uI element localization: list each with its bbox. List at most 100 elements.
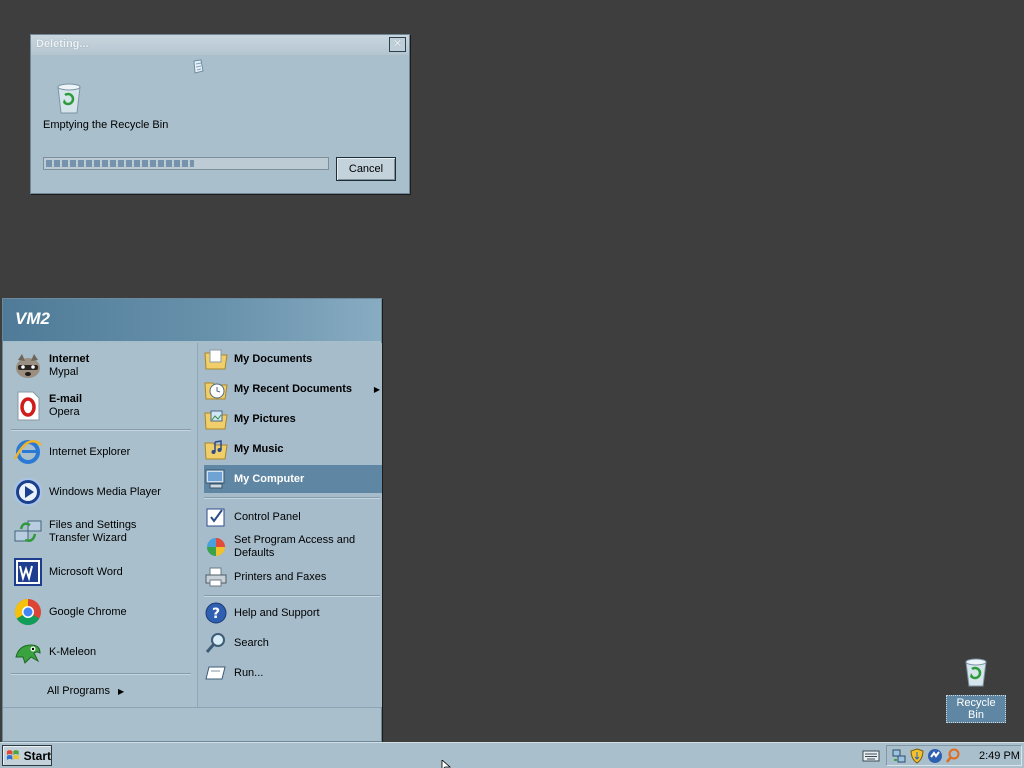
user-name: VM2: [15, 309, 50, 328]
right-item-run[interactable]: Run...: [204, 659, 382, 687]
right-item-help-and-support[interactable]: ? Help and Support: [204, 599, 382, 627]
right-item-my-pictures[interactable]: My Pictures: [204, 405, 382, 433]
recent-item-chrome[interactable]: Google Chrome: [11, 595, 127, 629]
recent-label: Files and Settings Transfer Wizard: [49, 519, 137, 544]
media-player-icon: [11, 475, 45, 509]
recent-label: Internet Explorer: [49, 445, 131, 458]
system-tray: 2:49 PM: [886, 745, 1022, 766]
desktop-recycle-bin[interactable]: Recycle Bin: [946, 656, 1006, 723]
right-separator: [204, 497, 380, 499]
dialog-title: Deleting...: [36, 38, 89, 50]
right-item-search[interactable]: Search: [204, 629, 382, 657]
word-icon: [11, 555, 45, 589]
run-icon: [204, 661, 228, 685]
arrow-right-icon: ▶: [117, 686, 125, 696]
delete-progress-bar: [43, 157, 329, 170]
right-item-my-documents[interactable]: My Documents: [204, 345, 382, 373]
recent-item-internet-explorer[interactable]: Internet Explorer: [11, 435, 130, 469]
recent-item-transfer-wizard[interactable]: Files and Settings Transfer Wizard: [11, 515, 179, 549]
pictures-folder-icon: [204, 407, 228, 431]
paper-animation-icon: [193, 59, 204, 74]
close-button[interactable]: ✕: [389, 37, 406, 52]
deleting-dialog: Deleting... ✕ Emptying the Recycle Bin C…: [30, 34, 410, 194]
recycle-bin-icon: [57, 83, 81, 114]
mouse-cursor-icon: [441, 760, 451, 768]
control-panel-label: Control Panel: [234, 511, 301, 523]
all-programs-button[interactable]: All Programs ▶: [47, 685, 124, 697]
left-separator: [11, 429, 191, 431]
opera-icon: [11, 389, 45, 423]
right-item-set-program-access[interactable]: Set Program Access and Defaults: [204, 531, 382, 563]
svg-text:?: ?: [212, 606, 220, 622]
recent-label: Windows Media Player: [49, 485, 161, 498]
windows-flag-icon: [6, 750, 19, 760]
right-item-my-recent-documents[interactable]: My Recent Documents ▶: [204, 375, 382, 403]
dialog-message: Emptying the Recycle Bin: [43, 119, 169, 131]
right-separator: [204, 595, 380, 597]
recent-item-k-meleon[interactable]: K-Meleon: [11, 635, 96, 669]
right-item-my-music[interactable]: My Music: [204, 435, 382, 463]
network-icon[interactable]: [891, 748, 907, 764]
start-label: Start: [23, 748, 51, 763]
recent-documents-icon: [204, 377, 228, 401]
search-label: Search: [234, 637, 269, 649]
recycle-bin-icon: [965, 658, 987, 687]
all-programs-label: All Programs: [47, 685, 110, 697]
start-menu-header: VM2: [3, 299, 381, 343]
pinned-email-title: E-mail: [49, 393, 83, 405]
recent-item-word[interactable]: Microsoft Word: [11, 555, 123, 589]
my-computer-label: My Computer: [234, 473, 305, 485]
printers-and-faxes-label: Printers and Faxes: [234, 571, 327, 583]
my-music-label: My Music: [234, 443, 284, 455]
arrow-right-icon: ▶: [373, 384, 380, 394]
internet-explorer-icon: [11, 435, 45, 469]
printer-icon: [204, 565, 228, 589]
right-item-printers-and-faxes[interactable]: Printers and Faxes: [204, 563, 382, 591]
taskbar: Start 2:49 PM: [0, 742, 1024, 768]
start-menu-left-pane: Internet Mypal E-mail Opera Internet Exp…: [3, 343, 196, 707]
recent-label: Microsoft Word: [49, 565, 123, 578]
music-folder-icon: [204, 437, 228, 461]
pinned-item-email[interactable]: E-mail Opera: [11, 389, 82, 423]
pinned-internet-title: Internet: [49, 353, 90, 365]
recent-label: K-Meleon: [49, 645, 97, 658]
recent-item-media-player[interactable]: Windows Media Player: [11, 475, 161, 509]
start-button[interactable]: Start: [2, 745, 52, 766]
pinned-email-subtitle: Opera: [49, 406, 80, 418]
set-program-access-label: Set Program Access and Defaults: [234, 534, 356, 559]
help-and-support-label: Help and Support: [234, 607, 320, 619]
search-tray-icon[interactable]: [945, 748, 961, 764]
clock[interactable]: 2:49 PM: [979, 750, 1020, 762]
computer-icon: [204, 467, 228, 491]
keyboard-icon[interactable]: [862, 748, 880, 762]
right-item-control-panel[interactable]: Control Panel: [204, 503, 382, 531]
recycle-bin-label: Recycle Bin: [946, 695, 1006, 723]
right-item-my-computer[interactable]: My Computer: [204, 465, 382, 493]
my-documents-label: My Documents: [234, 353, 313, 365]
start-menu-footer: [3, 707, 381, 741]
control-panel-icon: [204, 505, 228, 529]
left-separator: [11, 673, 191, 675]
my-recent-documents-label: My Recent Documents: [234, 383, 352, 395]
pinned-item-internet[interactable]: Internet Mypal: [11, 349, 89, 383]
documents-folder-icon: [204, 347, 228, 371]
start-menu: VM2 Internet Mypal E-mail Opera Internet…: [2, 298, 382, 742]
cancel-button[interactable]: Cancel: [336, 157, 396, 181]
security-shield-icon[interactable]: [909, 747, 925, 764]
search-icon: [204, 631, 228, 655]
close-icon: ✕: [392, 38, 403, 50]
transfer-wizard-icon: [11, 515, 45, 549]
my-pictures-label: My Pictures: [234, 413, 296, 425]
pinned-internet-subtitle: Mypal: [49, 366, 79, 378]
chrome-icon: [11, 595, 45, 629]
start-menu-right-pane: My Documents My Recent Documents ▶ My Pi…: [197, 343, 382, 707]
program-access-icon: [204, 535, 228, 559]
progress-fill: [46, 160, 195, 167]
update-icon[interactable]: [927, 748, 943, 764]
help-icon: ?: [204, 601, 228, 625]
mypal-raccoon-icon: [11, 349, 45, 383]
dialog-title-bar[interactable]: Deleting... ✕: [31, 35, 409, 55]
recent-label: Google Chrome: [49, 605, 127, 618]
k-meleon-icon: [11, 635, 45, 669]
run-label: Run...: [234, 667, 264, 679]
